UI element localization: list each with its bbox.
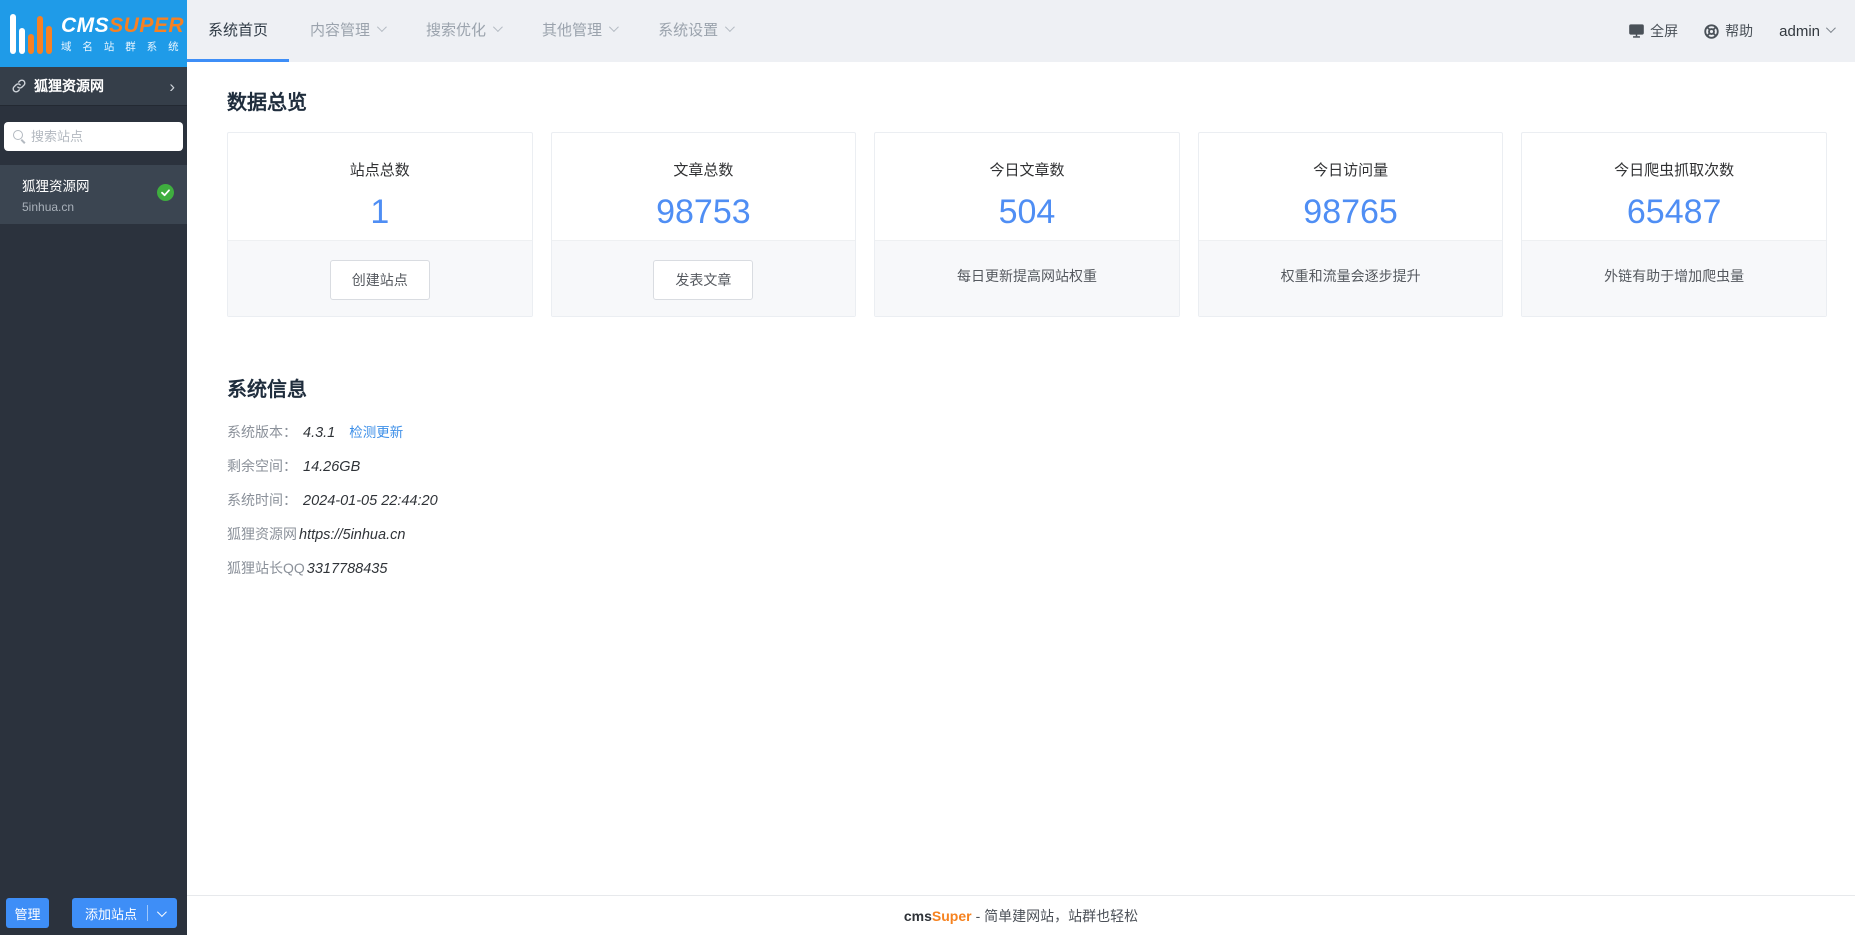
chevron-right-icon: › — [169, 76, 175, 96]
brand-subtitle: 域 名 站 群 系 统 — [61, 40, 183, 53]
stat-card-crawler-fetches: 今日爬虫抓取次数 65487 外链有助于增加爬虫量 — [1521, 132, 1827, 317]
info-row-version: 系统版本： 4.3.1 检测更新 — [227, 421, 1855, 442]
help-label: 帮助 — [1725, 23, 1754, 39]
main-area: 系统首页 内容管理 搜索优化 其他管理 系统设置 全屏 帮助 admin 数据总… — [187, 0, 1855, 935]
search-site-input[interactable] — [4, 122, 183, 151]
sidebar-site-group[interactable]: 狐狸资源网 › — [0, 67, 187, 106]
system-info-title: 系统信息 — [227, 379, 307, 401]
search-icon — [13, 130, 23, 140]
card-value: 98753 — [656, 193, 751, 231]
card-title: 站点总数 — [349, 162, 410, 179]
sidebar-search — [0, 106, 187, 165]
add-site-button[interactable]: 添加站点 — [72, 898, 177, 928]
info-value: 3317788435 — [306, 561, 388, 577]
user-menu[interactable]: admin — [1779, 22, 1836, 40]
username: admin — [1779, 22, 1820, 40]
chevron-down-icon — [1825, 23, 1836, 34]
card-value: 1 — [370, 193, 390, 231]
info-label: 系统时间： — [227, 492, 297, 508]
fullscreen-label: 全屏 — [1650, 23, 1679, 39]
brand-text: CMSSUPER 域 名 站 群 系 统 — [61, 15, 184, 53]
tab-system-home[interactable]: 系统首页 — [187, 0, 290, 62]
add-site-label: 添加站点 — [84, 906, 137, 922]
footer-brand-cms: cms — [903, 907, 932, 924]
stat-card-today-visits: 今日访问量 98765 权重和流量会逐步提升 — [1197, 132, 1504, 317]
info-value: 4.3.1 — [303, 425, 336, 441]
tab-label: 内容管理 — [310, 22, 371, 39]
topbar-actions: 全屏 帮助 admin — [1629, 0, 1836, 62]
sidebar-site-item[interactable]: 狐狸资源网 5inhua.cn — [0, 165, 187, 224]
tab-content-management[interactable]: 内容管理 — [289, 0, 405, 62]
tab-other-management[interactable]: 其他管理 — [521, 0, 637, 62]
overview-title: 数据总览 — [227, 92, 307, 114]
app-logo: CMSSUPER 域 名 站 群 系 统 — [0, 0, 187, 67]
sidebar: CMSSUPER 域 名 站 群 系 统 狐狸资源网 › 狐狸资源网 — [0, 0, 187, 935]
site-name: 狐狸资源网 — [22, 179, 90, 194]
card-note: 外链有助于增加爬虫量 — [1604, 268, 1745, 284]
chevron-down-icon — [376, 21, 387, 32]
info-row-webmaster-qq: 狐狸站长QQ 3317788435 — [227, 558, 1855, 578]
card-note: 权重和流量会逐步提升 — [1280, 268, 1421, 284]
help-icon — [1704, 23, 1719, 39]
brand-cms: CMS — [61, 13, 110, 37]
info-label: 剩余空间： — [227, 458, 297, 474]
tab-label: 其他管理 — [542, 22, 603, 39]
manage-button[interactable]: 管理 — [6, 898, 49, 928]
info-row-site-url: 狐狸资源网 https://5inhua.cn — [227, 524, 1855, 544]
site-domain: 5inhua.cn — [22, 200, 75, 214]
footer-slogan: - 简单建网站，站群也轻松 — [975, 907, 1139, 924]
nav-tabs: 系统首页 内容管理 搜索优化 其他管理 系统设置 — [187, 0, 753, 62]
stat-card-sites: 站点总数 1 创建站点 — [227, 132, 533, 317]
stat-cards: 站点总数 1 创建站点 文章总数 98753 发表文章 今日文章数 504 每日… — [187, 115, 1855, 317]
card-value: 98765 — [1303, 193, 1398, 231]
info-row-system-time: 系统时间： 2024-01-05 22:44:20 — [227, 490, 1855, 510]
link-icon — [12, 79, 26, 93]
chevron-down-icon — [493, 21, 503, 32]
tab-search-optimization[interactable]: 搜索优化 — [405, 0, 521, 62]
info-value: 2024-01-05 22:44:20 — [303, 493, 438, 509]
tab-system-settings[interactable]: 系统设置 — [637, 0, 753, 62]
card-note: 每日更新提高网站权重 — [956, 268, 1097, 284]
chevron-down-icon — [156, 906, 167, 917]
info-value: https://5inhua.cn — [299, 527, 406, 543]
stat-card-today-articles: 今日文章数 504 每日更新提高网站权重 — [874, 132, 1180, 317]
info-label: 系统版本： — [227, 424, 297, 440]
publish-article-button[interactable]: 发表文章 — [653, 260, 754, 300]
chevron-down-icon — [609, 21, 619, 32]
card-title: 今日文章数 — [989, 162, 1065, 179]
tab-label: 系统首页 — [208, 22, 269, 39]
app-window: CMSSUPER 域 名 站 群 系 统 狐狸资源网 › 狐狸资源网 — [0, 0, 1855, 935]
card-value: 504 — [998, 193, 1056, 231]
site-group-name: 狐狸资源网 — [34, 78, 104, 94]
monitor-icon — [1629, 24, 1644, 38]
card-title: 文章总数 — [673, 162, 734, 179]
stat-card-articles: 文章总数 98753 发表文章 — [550, 132, 857, 317]
tab-label: 搜索优化 — [426, 22, 487, 39]
system-info-section: 系统信息 系统版本： 4.3.1 检测更新 剩余空间： 14.26GB 系统时间… — [227, 373, 1855, 578]
brand-super: SUPER — [109, 13, 185, 37]
help-button[interactable]: 帮助 — [1704, 21, 1753, 41]
card-title: 今日爬虫抓取次数 — [1614, 162, 1735, 179]
logo-bars-icon — [10, 13, 52, 54]
footer: cms Super - 简单建网站，站群也轻松 — [187, 895, 1855, 935]
check-update-link[interactable]: 检测更新 — [349, 421, 403, 441]
page-content: 数据总览 站点总数 1 创建站点 文章总数 98753 发表文章 今日文章数 5… — [187, 62, 1855, 895]
card-value: 65487 — [1626, 193, 1722, 231]
info-label: 狐狸资源网 — [227, 526, 297, 542]
info-label: 狐狸站长QQ — [227, 560, 305, 576]
info-row-disk-space: 剩余空间： 14.26GB — [227, 456, 1855, 476]
footer-brand-super: Super — [931, 907, 972, 924]
site-active-check-icon — [157, 183, 174, 206]
tab-label: 系统设置 — [658, 22, 719, 39]
sidebar-bottom-bar: 管理 添加站点 — [0, 898, 187, 928]
card-title: 今日访问量 — [1313, 162, 1389, 179]
info-value: 14.26GB — [303, 459, 361, 475]
fullscreen-button[interactable]: 全屏 — [1629, 21, 1678, 41]
button-divider — [147, 905, 148, 921]
chevron-down-icon — [725, 21, 735, 32]
create-site-button[interactable]: 创建站点 — [329, 260, 430, 300]
top-navbar: 系统首页 内容管理 搜索优化 其他管理 系统设置 全屏 帮助 admin — [187, 0, 1855, 62]
